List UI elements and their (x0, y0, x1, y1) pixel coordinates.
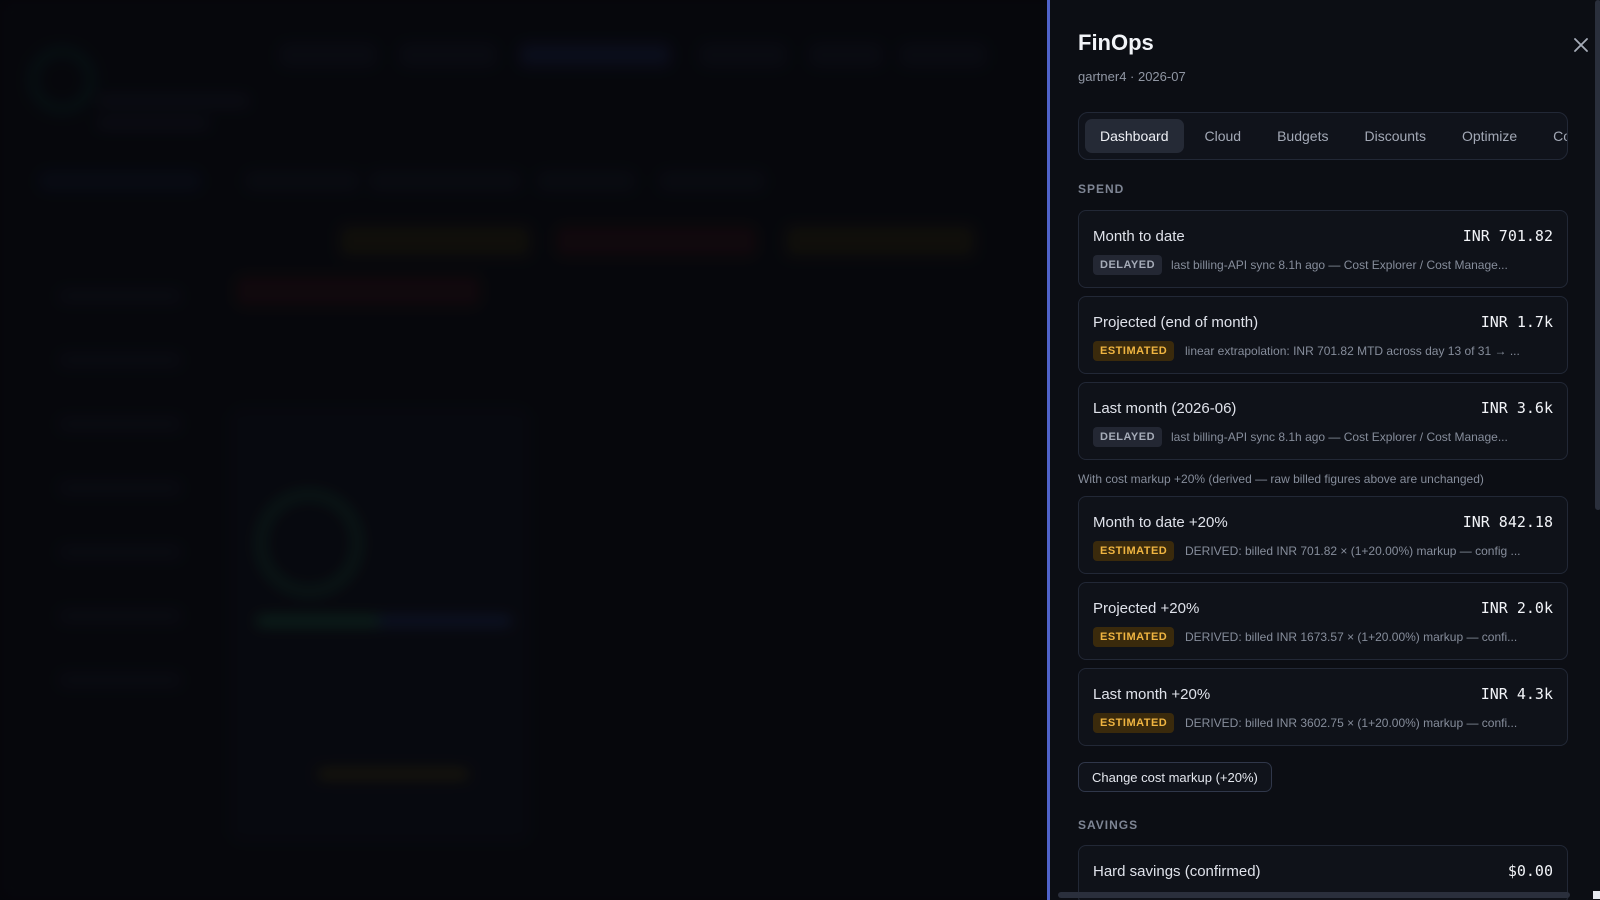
card-label: Projected (end of month) (1093, 314, 1259, 331)
horizontal-scrollbar[interactable] (1058, 892, 1570, 898)
markup-card-projected: Projected +20% INR 2.0k ESTIMATED DERIVE… (1078, 582, 1568, 660)
spend-card-month-to-date: Month to date INR 701.82 DELAYED last bi… (1078, 210, 1568, 288)
tab-optimize[interactable]: Optimize (1447, 119, 1532, 153)
tab-cloud[interactable]: Cloud (1190, 119, 1257, 153)
card-value: INR 842.18 (1462, 513, 1553, 531)
status-badge: ESTIMATED (1093, 541, 1175, 561)
change-cost-markup-button[interactable]: Change cost markup (+20%) (1078, 762, 1272, 792)
markup-card-last-month: Last month +20% INR 4.3k ESTIMATED DERIV… (1078, 668, 1568, 746)
spend-card-last-month: Last month (2026-06) INR 3.6k DELAYED la… (1078, 382, 1568, 460)
tab-dashboard[interactable]: Dashboard (1085, 119, 1184, 153)
card-note: linear extrapolation: INR 701.82 MTD acr… (1185, 344, 1520, 358)
card-note: DERIVED: billed INR 3602.75 × (1+20.00%)… (1185, 716, 1518, 730)
card-value: $0.00 (1507, 862, 1553, 880)
card-value: INR 4.3k (1480, 685, 1553, 703)
card-value: INR 2.0k (1480, 599, 1553, 617)
card-label: Month to date +20% (1093, 514, 1228, 531)
status-badge: DELAYED (1093, 427, 1163, 447)
card-label: Last month +20% (1093, 686, 1211, 703)
card-note: DERIVED: billed INR 1673.57 × (1+20.00%)… (1185, 630, 1518, 644)
card-note: DERIVED: billed INR 701.82 × (1+20.00%) … (1185, 544, 1521, 558)
close-button[interactable] (1569, 33, 1593, 57)
markup-derived-note: With cost markup +20% (derived — raw bil… (1078, 472, 1484, 486)
card-label: Hard savings (confirmed) (1093, 863, 1261, 880)
card-value: INR 1.7k (1480, 313, 1553, 331)
finops-panel: FinOps gartner4 · 2026-07 Dashboard Clou… (1047, 0, 1600, 900)
markup-card-month-to-date: Month to date +20% INR 842.18 ESTIMATED … (1078, 496, 1568, 574)
card-label: Month to date (1093, 228, 1185, 245)
status-badge: ESTIMATED (1093, 341, 1175, 361)
spend-card-projected: Projected (end of month) INR 1.7k ESTIMA… (1078, 296, 1568, 374)
close-icon (1574, 38, 1588, 52)
card-value: INR 701.82 (1462, 227, 1553, 245)
resize-handle-icon[interactable] (1593, 891, 1600, 899)
card-label: Projected +20% (1093, 600, 1200, 617)
tab-budgets[interactable]: Budgets (1262, 119, 1343, 153)
vertical-scrollbar[interactable] (1595, 0, 1600, 510)
status-badge: ESTIMATED (1093, 627, 1175, 647)
card-value: INR 3.6k (1480, 399, 1553, 417)
card-note: last billing-API sync 8.1h ago — Cost Ex… (1171, 258, 1508, 272)
tab-discounts[interactable]: Discounts (1349, 119, 1440, 153)
panel-subtitle: gartner4 · 2026-07 (1078, 69, 1186, 84)
tab-row: Dashboard Cloud Budgets Discounts Optimi… (1085, 119, 1567, 153)
status-badge: DELAYED (1093, 255, 1163, 275)
savings-section-label: SAVINGS (1078, 818, 1139, 832)
card-label: Last month (2026-06) (1093, 400, 1237, 417)
card-note: last billing-API sync 8.1h ago — Cost Ex… (1171, 430, 1508, 444)
panel-title: FinOps (1078, 30, 1154, 55)
tab-con[interactable]: Con (1538, 119, 1567, 153)
status-badge: ESTIMATED (1093, 713, 1175, 733)
spend-section-label: SPEND (1078, 182, 1125, 196)
panel-tabs: Dashboard Cloud Budgets Discounts Optimi… (1078, 112, 1568, 160)
